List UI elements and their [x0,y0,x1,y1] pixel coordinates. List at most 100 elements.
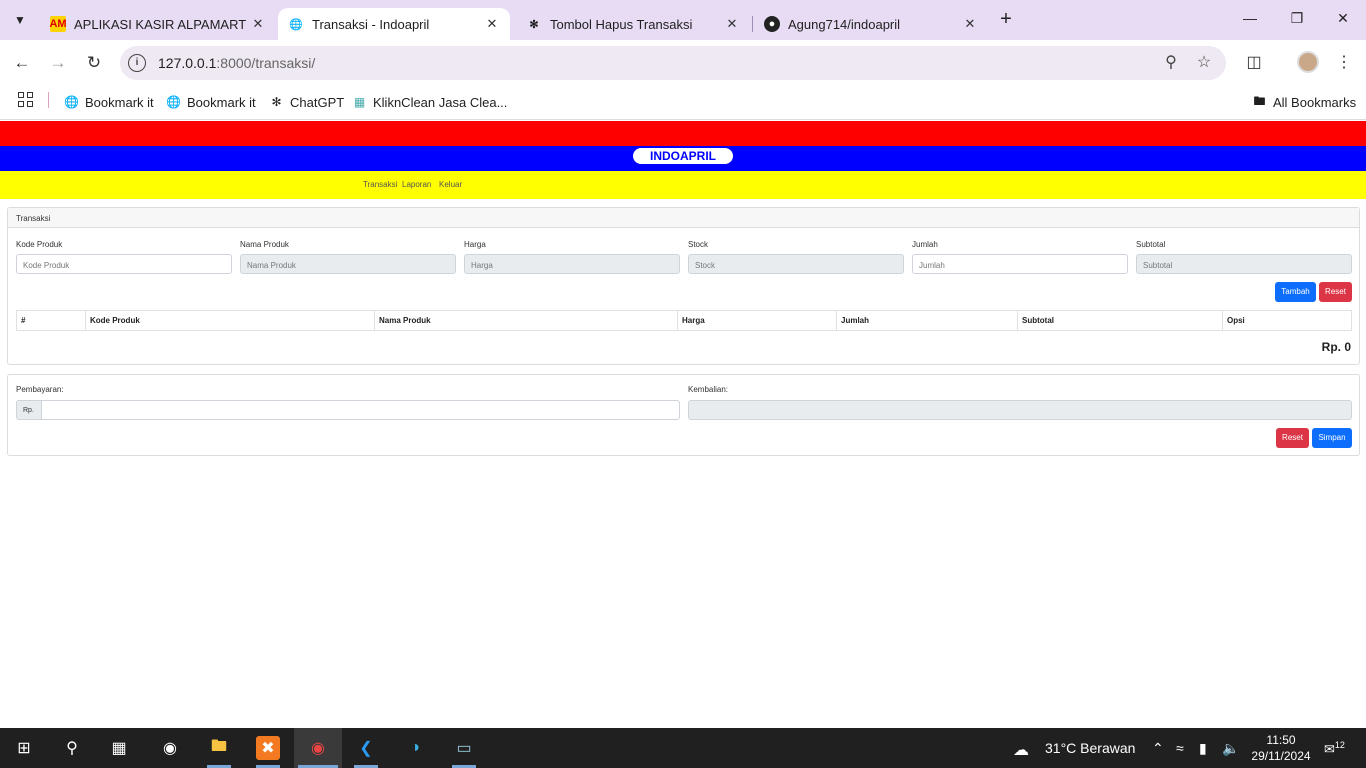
tab-title: Tombol Hapus Transaksi [550,16,693,32]
battery-icon[interactable]: ▮ [1199,740,1207,757]
file-explorer-icon[interactable]: 🖿 [207,736,231,760]
zoom-icon[interactable]: ⚲ [1160,52,1182,74]
url-text[interactable]: 127.0.0.1:8000/transaksi/ [158,55,315,71]
tab-separator [752,16,753,32]
stock-label: Stock [688,240,709,249]
github-icon: ● [764,16,780,32]
volume-muted-icon[interactable]: 🔈 [1222,740,1239,757]
tab-title: APLIKASI KASIR ALPAMART [74,16,247,32]
stock-input[interactable]: Stock [688,254,904,274]
close-icon[interactable]: ✕ [250,16,266,32]
nav-link-transaksi[interactable]: Transaksi [363,180,397,189]
restore-button[interactable]: ❐ [1287,10,1307,30]
notification-count: 12 [1334,740,1345,750]
kembalian-input[interactable] [688,400,1352,420]
close-window-button[interactable]: ✕ [1333,10,1353,30]
harga-input[interactable]: Harga [464,254,680,274]
table-header-row: # Kode Produk Nama Produk Harga Jumlah S… [16,310,1352,331]
minimize-button[interactable]: — [1240,10,1260,30]
bookmark-item[interactable]: 🌐 Bookmark it [166,92,256,112]
apps-grid-icon[interactable] [18,92,34,108]
bookmark-label: ChatGPT [290,94,345,110]
reset-payment-button[interactable]: Reset [1276,428,1309,448]
camera-icon[interactable]: ◉ [158,736,182,760]
tab-search-button[interactable]: ▼ [8,9,32,31]
close-icon[interactable]: ✕ [962,16,978,32]
harga-label: Harga [464,240,486,249]
payment-card: Pembayaran: Rp. Kembalian: Reset Simpan [7,374,1360,456]
close-icon[interactable]: ✕ [724,16,740,32]
chatgpt-icon: ✻ [271,95,282,109]
all-bookmarks-label: All Bookmarks [1273,94,1357,110]
tab-title: Transaksi - Indoapril [312,16,430,32]
transaksi-table: # Kode Produk Nama Produk Harga Jumlah S… [16,310,1352,331]
new-tab-button[interactable]: + [996,9,1016,30]
reload-button[interactable]: ↻ [82,51,106,75]
url-path: :8000/transaksi/ [216,55,316,71]
tab-aplikasi-kasir[interactable]: AM APLIKASI KASIR ALPAMART ✕ [40,8,276,40]
vscode-icon[interactable]: ❮ [354,736,378,760]
nama-produk-input[interactable]: Nama Produk [240,254,456,274]
notepad-icon[interactable]: ▭ [452,736,476,760]
tab-transaksi[interactable]: 🌐 Transaksi - Indoapril ✕ [278,8,510,40]
chatgpt-icon: ✻ [529,18,539,31]
bookmark-item[interactable]: ▦ KliknClean Jasa Clea... [352,92,508,112]
col-header-subtotal: Subtotal [1017,310,1223,331]
bookmark-label: Bookmark it [187,94,256,110]
jumlah-input[interactable]: Jumlah [912,254,1128,274]
profile-avatar[interactable] [1297,51,1319,73]
all-bookmarks-button[interactable]: 🖿 All Bookmarks [1252,92,1356,112]
weather-icon[interactable]: ☁ [1013,740,1029,760]
kliknclean-icon: ▦ [353,95,366,109]
bookmarks-divider [48,92,49,108]
wifi-icon[interactable]: ≈ [1176,740,1184,756]
alpamart-favicon-icon: AM [49,16,67,32]
xampp-icon[interactable]: ✖ [256,736,280,760]
close-icon[interactable]: ✕ [484,16,500,32]
extensions-icon[interactable]: ◫ [1243,52,1265,74]
tab-tombol-hapus[interactable]: ✻ Tombol Hapus Transaksi ✕ [516,8,750,40]
kembalian-label: Kembalian: [688,385,729,394]
subtotal-label: Subtotal [1136,240,1166,249]
task-view-icon[interactable]: ▦ [107,736,131,760]
notification-icon[interactable]: ✉12 [1324,740,1345,757]
edge-icon[interactable]: ◑ [403,736,427,760]
clock[interactable]: 11:50 29/11/2024 [1245,732,1317,764]
header-red-band [0,121,1366,146]
chrome-icon[interactable]: ◉ [306,736,330,760]
search-icon[interactable]: ⚲ [60,736,84,760]
pembayaran-input[interactable] [41,400,680,420]
back-button[interactable]: ← [10,51,34,75]
bookmark-label: KliknClean Jasa Clea... [373,94,508,110]
tambah-button[interactable]: Tambah [1275,282,1316,302]
windows-start-icon[interactable]: ⊞ [12,736,36,760]
simpan-button[interactable]: Simpan [1312,428,1352,448]
total-amount: Rp. 0 [1321,340,1351,354]
col-header-nama-produk: Nama Produk [374,310,678,331]
brand-logo[interactable]: INDOAPRIL [633,148,733,164]
kode-produk-input[interactable]: Kode Produk [16,254,232,274]
card-title: Transaksi [8,208,1359,228]
site-info-icon[interactable]: i [128,54,146,72]
col-header-number: # [16,310,86,331]
menu-kebab-icon[interactable]: ⋮ [1333,52,1355,74]
col-header-harga: Harga [677,310,837,331]
bookmark-item[interactable]: ✻ ChatGPT [269,92,344,112]
jumlah-label: Jumlah [912,240,938,249]
globe-icon: 🌐 [289,18,303,31]
globe-icon: 🌐 [166,95,181,109]
folder-icon: 🖿 [1253,93,1266,108]
nav-link-laporan[interactable]: Laporan [402,180,431,189]
weather-text[interactable]: 31°C Berawan [1045,740,1135,756]
nav-link-keluar[interactable]: Keluar [439,180,462,189]
forward-button[interactable]: → [46,51,70,75]
tab-github[interactable]: ● Agung714/indoapril ✕ [754,8,988,40]
subtotal-input[interactable]: Subtotal [1136,254,1352,274]
bookmark-star-icon[interactable]: ☆ [1193,52,1215,74]
chevron-up-icon[interactable]: ⌃ [1152,740,1164,757]
col-header-opsi: Opsi [1222,310,1352,331]
bookmark-item[interactable]: 🌐 Bookmark it [64,92,154,112]
nama-produk-label: Nama Produk [240,240,289,249]
clock-time: 11:50 [1266,733,1296,747]
reset-button[interactable]: Reset [1319,282,1352,302]
